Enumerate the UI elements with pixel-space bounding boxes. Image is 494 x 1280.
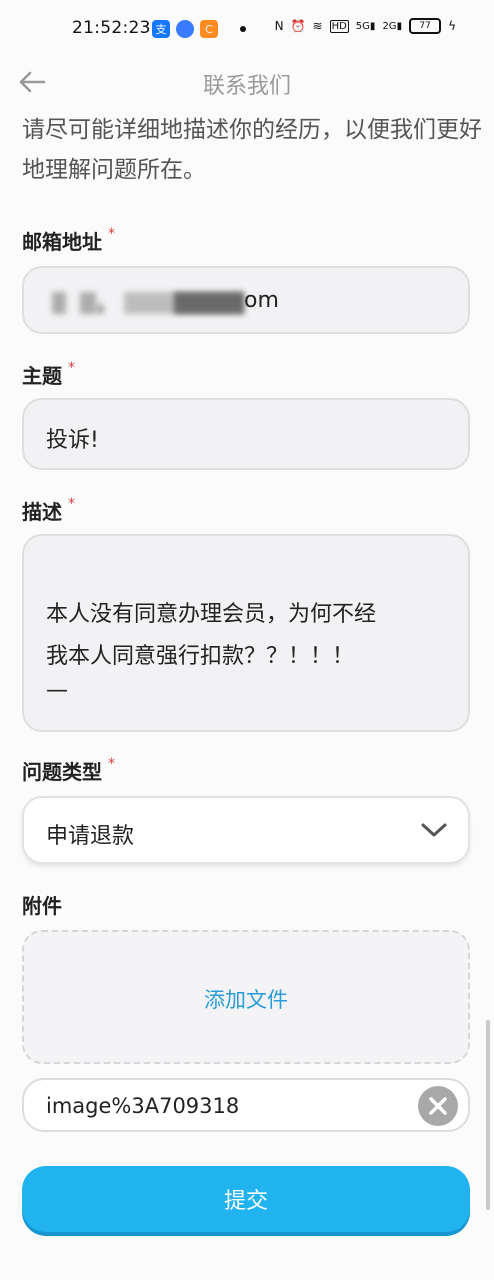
signal-5g-icon: 5G▮ xyxy=(355,20,376,32)
attachment-label-text: 附件 xyxy=(22,894,62,918)
required-mark: * xyxy=(68,496,75,512)
net2-text: 2G xyxy=(382,20,397,32)
status-bar: 21:52:23 支 C N ⏰ ≋ HD 5G▮ 2G▮ 77 ϟ xyxy=(0,0,494,62)
description-line-2: 我本人同意强行扣款？？！！！ xyxy=(46,644,355,669)
submit-button[interactable]: 提交 xyxy=(22,1166,470,1232)
issue-type-label: 问题类型 * xyxy=(22,756,115,785)
attached-file-name: image%3A709318 xyxy=(46,1094,240,1118)
subject-label-text: 主题 xyxy=(22,364,62,388)
issue-type-select[interactable]: 申请退款 xyxy=(22,796,470,864)
redacted-blur xyxy=(80,292,96,314)
signal-2g-icon: 2G▮ xyxy=(382,20,403,32)
description-line-1: 本人没有同意办理会员，为何不经 xyxy=(46,602,377,627)
required-mark: * xyxy=(68,360,75,376)
email-field[interactable]: om xyxy=(22,266,470,334)
subject-field[interactable]: 投诉! xyxy=(22,398,470,470)
required-mark: * xyxy=(108,226,115,242)
add-file-button[interactable]: 添加文件 xyxy=(24,984,468,1014)
add-file-area[interactable]: 添加文件 xyxy=(22,930,470,1064)
scrollbar[interactable] xyxy=(486,1020,490,1210)
battery-level: 77 xyxy=(419,21,431,31)
hd-icon: HD xyxy=(329,19,349,33)
alarm-icon: ⏰ xyxy=(290,19,306,33)
description-label: 描述 * xyxy=(22,496,75,525)
intro-text: 请尽可能详细地描述你的经历，以便我们更好地理解问题所在。 xyxy=(22,117,482,183)
nfc-icon: N xyxy=(274,19,284,33)
email-label-text: 邮箱地址 xyxy=(22,230,102,254)
notification-dot-icon xyxy=(240,26,246,32)
remove-file-button[interactable] xyxy=(418,1086,458,1126)
required-mark: * xyxy=(108,756,115,772)
attached-file-chip: image%3A709318 xyxy=(22,1078,470,1132)
battery-icon: 77 xyxy=(409,18,442,34)
close-icon xyxy=(429,1097,447,1115)
redacted-blur xyxy=(174,292,244,314)
app-icon xyxy=(176,20,194,38)
description-textarea[interactable]: 本人没有同意办理会员，为何不经 我本人同意强行扣款？？！！！ — xyxy=(22,534,470,732)
net1-text: 5G xyxy=(355,20,370,32)
alipay-icon: 支 xyxy=(152,20,170,38)
email-label: 邮箱地址 * xyxy=(22,226,115,255)
redacted-blur xyxy=(96,304,104,314)
page-title: 联系我们 xyxy=(202,74,291,99)
app-header: 联系我们 xyxy=(0,62,494,106)
issue-type-label-text: 问题类型 xyxy=(22,760,102,784)
subject-value: 投诉! xyxy=(46,428,99,453)
description-line-3: — xyxy=(46,678,68,703)
redacted-blur xyxy=(52,292,66,314)
attachment-label: 附件 xyxy=(22,890,62,919)
wifi-icon: ≋ xyxy=(312,19,323,33)
issue-type-value: 申请退款 xyxy=(46,824,135,849)
description-label-text: 描述 xyxy=(22,500,62,524)
email-value: om xyxy=(244,288,279,313)
status-time: 21:52:23 xyxy=(72,18,151,38)
subject-label: 主题 * xyxy=(22,360,75,389)
app-icon-2: C xyxy=(200,20,218,38)
charging-icon: ϟ xyxy=(448,19,456,33)
chevron-down-icon xyxy=(421,823,447,837)
